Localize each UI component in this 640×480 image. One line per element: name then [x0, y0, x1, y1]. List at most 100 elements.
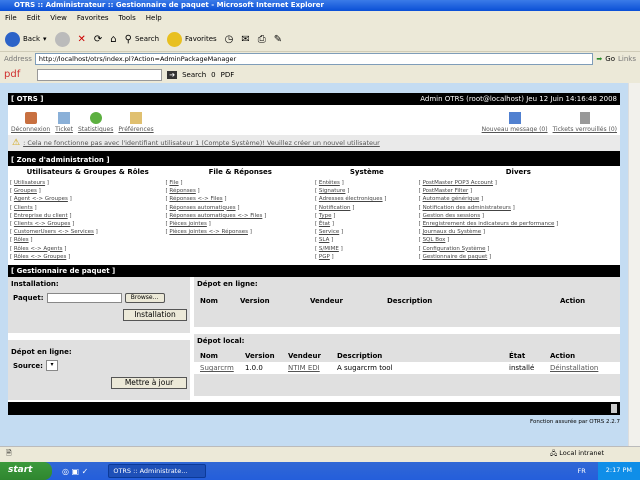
- print-icon[interactable]: ⎙: [258, 34, 266, 45]
- back-button[interactable]: Back ▾: [5, 31, 47, 47]
- admin-link[interactable]: [ Notification ]: [315, 204, 419, 212]
- admin-link[interactable]: [ Type ]: [315, 212, 419, 220]
- go-button[interactable]: Go: [605, 55, 615, 63]
- admin-link[interactable]: [ Pièces jointes <-> Réponses ]: [165, 228, 315, 236]
- menu-favorites[interactable]: Favorites: [77, 14, 109, 23]
- edit-icon[interactable]: ✎: [274, 34, 282, 45]
- column-header: Version: [240, 297, 270, 305]
- menu-help[interactable]: Help: [146, 14, 162, 23]
- start-button[interactable]: start: [0, 462, 52, 480]
- home-icon[interactable]: ⌂: [110, 34, 116, 45]
- update-button[interactable]: Mettre à jour: [111, 377, 187, 389]
- admin-link-label: Clients <-> Groupes: [13, 221, 71, 228]
- admin-link-label: Clients: [13, 204, 33, 211]
- admin-link[interactable]: [ Gestionnaire de paquet ]: [419, 253, 618, 261]
- warning-link[interactable]: : Cela ne fonctionne pas avec l'identifi…: [23, 139, 380, 147]
- admin-link[interactable]: [ Groupes ]: [10, 187, 165, 195]
- admin-link[interactable]: [ Agent <-> Groupes ]: [10, 195, 165, 203]
- admin-link[interactable]: [ PGP ]: [315, 253, 419, 261]
- source-select[interactable]: ▾: [45, 360, 58, 371]
- admin-link-label: PostMaster POP3 Account: [422, 180, 494, 186]
- pdf-logo[interactable]: pdf: [4, 69, 20, 80]
- go-arrow-icon[interactable]: ➡: [596, 55, 602, 63]
- quick-launch-icons[interactable]: ◎ ▣ ✓: [62, 467, 88, 476]
- admin-link[interactable]: [ Utilisateurs ]: [10, 179, 165, 187]
- column-header: État: [509, 352, 526, 360]
- package-name-link[interactable]: Sugarcrm: [200, 364, 234, 372]
- admin-link[interactable]: [ S/MIME ]: [315, 245, 419, 253]
- admin-link[interactable]: [ Entreprise du client ]: [10, 212, 165, 220]
- admin-link[interactable]: [ Signature ]: [315, 187, 419, 195]
- language-indicator[interactable]: FR: [578, 467, 586, 475]
- forward-button[interactable]: [54, 31, 70, 47]
- scroll-top-icon[interactable]: [611, 404, 617, 413]
- admin-link-label: Notification des administrateurs: [422, 204, 511, 211]
- admin-link[interactable]: [ Gestion des sessions ]: [419, 212, 618, 220]
- admin-link[interactable]: [ SQL Box ]: [419, 236, 618, 244]
- admin-link[interactable]: [ Réponses automatiques <-> Files ]: [165, 212, 315, 220]
- nav-ticket[interactable]: Ticket: [55, 112, 73, 133]
- taskbar-task-ie[interactable]: OTRS :: Administrate...: [108, 464, 207, 478]
- address-input[interactable]: http://localhost/otrs/index.pl?Action=Ad…: [34, 53, 594, 65]
- pdf-search-button[interactable]: Search: [182, 71, 206, 79]
- admin-link[interactable]: [ Clients ]: [10, 204, 165, 212]
- pdf-button[interactable]: PDF: [221, 71, 235, 79]
- links-button[interactable]: Links: [618, 55, 636, 63]
- admin-link[interactable]: [ Service ]: [315, 228, 419, 236]
- menu-file[interactable]: File: [5, 14, 17, 23]
- admin-link[interactable]: [ État ]: [315, 220, 419, 228]
- mail-icon[interactable]: ✉: [241, 34, 249, 45]
- admin-link[interactable]: [ SLA ]: [315, 236, 419, 244]
- admin-link[interactable]: [ Rôles ]: [10, 236, 165, 244]
- nav-statistics[interactable]: Statistiques: [78, 112, 113, 133]
- warning-notice: ⚠ : Cela ne fonctionne pas avec l'identi…: [8, 135, 620, 151]
- admin-link[interactable]: [ Entêtes ]: [315, 179, 419, 187]
- admin-link[interactable]: [ Pièces jointes ]: [165, 220, 315, 228]
- admin-link[interactable]: [ Réponses automatiques ]: [165, 204, 315, 212]
- locked-tickets-icon: [579, 112, 590, 124]
- admin-link[interactable]: [ CustomerUsers <-> Services ]: [10, 228, 165, 236]
- refresh-icon[interactable]: ⟳: [94, 34, 102, 45]
- admin-link[interactable]: [ Adresses électroniques ]: [315, 195, 419, 203]
- back-arrow-icon: [5, 31, 20, 47]
- nav-locked-tickets[interactable]: Tickets verrouillés (0): [553, 112, 617, 133]
- stop-icon[interactable]: ✕: [78, 34, 86, 45]
- column-header: Nom: [200, 352, 218, 360]
- package-vendor-link[interactable]: NTIM EDI: [288, 364, 320, 372]
- uninstall-link[interactable]: Déinstallation: [550, 364, 598, 372]
- pdf-search-input[interactable]: [37, 68, 163, 81]
- menu-edit[interactable]: Edit: [27, 14, 41, 23]
- admin-link[interactable]: [ File ]: [165, 179, 315, 187]
- left-panel: Installation: Paquet: Browse... Installa…: [8, 277, 190, 402]
- admin-column-users: Utilisateurs & Groupes & Rôles [ Utilisat…: [10, 166, 165, 265]
- admin-link[interactable]: [ Clients <-> Groupes ]: [10, 220, 165, 228]
- package-file-input[interactable]: [46, 293, 122, 303]
- favorites-button[interactable]: Favorites: [167, 31, 217, 47]
- menu-view[interactable]: View: [50, 14, 67, 23]
- nav-logout[interactable]: Déconnexion: [11, 112, 50, 133]
- vertical-scrollbar[interactable]: [628, 83, 640, 446]
- admin-link-label: Utilisateurs: [13, 180, 46, 186]
- admin-link[interactable]: [ Réponses <-> Files ]: [165, 195, 315, 203]
- admin-link[interactable]: [ Journaux du Système ]: [419, 228, 618, 236]
- search-go-icon[interactable]: ➔: [167, 70, 178, 79]
- menu-tools[interactable]: Tools: [119, 14, 136, 23]
- admin-link[interactable]: [ Rôles <-> Groupes ]: [10, 253, 165, 261]
- nav-new-message[interactable]: Nouveau message (0): [482, 112, 548, 133]
- admin-link[interactable]: [ Automate générique ]: [419, 195, 618, 203]
- admin-link-label: SQL Box: [422, 237, 446, 244]
- admin-link[interactable]: [ Notification des administrateurs ]: [419, 204, 618, 212]
- admin-link[interactable]: [ Réponses ]: [165, 187, 315, 195]
- admin-link[interactable]: [ Enregistrement des indicateurs de perf…: [419, 220, 618, 228]
- history-icon[interactable]: ◷: [225, 34, 234, 45]
- search-icon: ⚲: [124, 33, 132, 45]
- column-header: Action: [550, 352, 576, 360]
- admin-link[interactable]: [ Rôles <-> Agents ]: [10, 245, 165, 253]
- admin-link[interactable]: [ Configuration Système ]: [419, 245, 618, 253]
- browse-button[interactable]: Browse...: [124, 293, 165, 303]
- admin-link[interactable]: [ PostMaster POP3 Account ]: [419, 179, 618, 187]
- install-button[interactable]: Installation: [123, 309, 187, 321]
- search-button[interactable]: ⚲ Search: [125, 34, 159, 45]
- admin-link[interactable]: [ PostMaster Filter ]: [419, 187, 618, 195]
- nav-preferences[interactable]: Préférences: [118, 112, 154, 133]
